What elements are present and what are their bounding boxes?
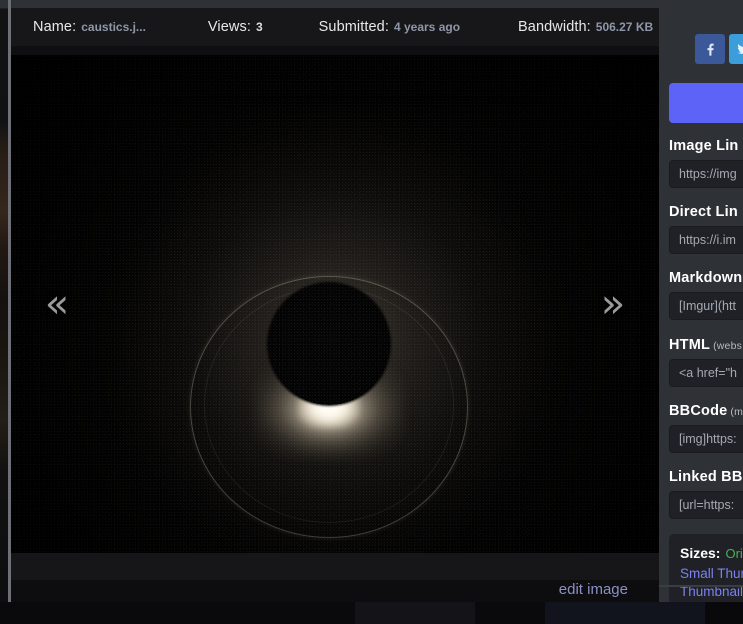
- field-bbcode-label-text: BBCode: [669, 403, 728, 419]
- html-embed-input[interactable]: <a href="h: [669, 359, 743, 387]
- field-image-link-label: Image Lin: [669, 138, 743, 154]
- chevron-left-icon: «: [44, 281, 70, 327]
- field-markdown-label-text: Markdown: [669, 270, 743, 286]
- twitter-share-button[interactable]: [729, 34, 743, 64]
- size-small-thumbnail-link[interactable]: Small Thum: [680, 565, 743, 583]
- field-linked-bbcode-label: Linked BB: [669, 469, 743, 485]
- info-bandwidth-value: 506.27 KB: [595, 20, 654, 34]
- image-top-gutter: [11, 46, 659, 55]
- twitter-bird-icon: [737, 44, 743, 54]
- info-bandwidth: Bandwidth: 506.27 KB: [518, 19, 653, 35]
- background-page-bottom: [0, 602, 743, 624]
- sidebar-divider: [659, 585, 743, 587]
- field-linked-bbcode: Linked BB [url=https:: [669, 469, 743, 519]
- direct-link-input[interactable]: https://i.im: [669, 226, 743, 254]
- top-chrome-strip: [0, 0, 743, 8]
- field-linked-bbcode-label-text: Linked BB: [669, 469, 743, 485]
- field-bbcode: BBCode (m [img]https:: [669, 403, 743, 453]
- field-html: HTML (webs <a href="h: [669, 337, 743, 387]
- next-image-button[interactable]: »: [567, 55, 659, 553]
- info-submitted: Submitted: 4 years ago: [319, 19, 460, 35]
- image-bottom-gutter: [11, 553, 659, 580]
- info-submitted-label: Submitted:: [318, 19, 389, 35]
- size-original-link[interactable]: Orig: [725, 546, 743, 561]
- info-name-label: Name:: [33, 19, 77, 35]
- bbcode-input[interactable]: [img]https:: [669, 425, 743, 453]
- field-image-link-label-text: Image Lin: [669, 138, 739, 154]
- field-html-label: HTML (webs: [669, 337, 743, 353]
- image-page: Name: caustics.j... Views: 3 Submitted: …: [0, 0, 743, 624]
- info-name: Name: caustics.j...: [33, 19, 146, 35]
- facebook-share-button[interactable]: [695, 34, 725, 64]
- facebook-icon: [707, 43, 714, 56]
- edit-image-link[interactable]: edit image: [559, 581, 628, 598]
- sizes-label: Sizes:: [680, 545, 721, 561]
- info-views: Views: 3: [208, 19, 263, 35]
- edit-bar: edit image: [11, 580, 659, 603]
- info-submitted-value: 4 years ago: [393, 20, 461, 34]
- info-name-value[interactable]: caustics.j...: [81, 20, 146, 34]
- social-share-buttons: [695, 34, 743, 64]
- background-bottom-c: [545, 602, 705, 624]
- primary-cta-button[interactable]: [669, 83, 743, 123]
- background-bottom-b: [355, 602, 475, 624]
- info-views-label: Views:: [207, 19, 251, 35]
- markdown-input[interactable]: [Imgur](htt: [669, 292, 743, 320]
- chevron-right-icon: »: [600, 281, 626, 327]
- field-direct-link-label-text: Direct Lin: [669, 204, 738, 220]
- field-markdown: Markdown [Imgur](htt: [669, 270, 743, 320]
- caustics-image: [11, 55, 659, 553]
- image-info-bar: Name: caustics.j... Views: 3 Submitted: …: [11, 8, 659, 46]
- share-sidebar: Image Lin https://img Direct Lin https:/…: [659, 8, 743, 603]
- field-html-label-text: HTML: [669, 337, 711, 353]
- field-markdown-label: Markdown: [669, 270, 743, 286]
- field-image-link: Image Lin https://img: [669, 138, 743, 188]
- info-bandwidth-label: Bandwidth:: [518, 19, 591, 35]
- image-link-input[interactable]: https://img: [669, 160, 743, 188]
- image-viewer[interactable]: « »: [11, 55, 659, 553]
- field-html-label-hint: (webs: [713, 340, 743, 352]
- field-bbcode-label-hint: (m: [730, 406, 743, 418]
- image-grain-overlay-soft: [11, 55, 659, 553]
- linked-bbcode-input[interactable]: [url=https:: [669, 491, 743, 519]
- sizes-first-row: Sizes: Orig: [680, 543, 743, 565]
- field-bbcode-label: BBCode (m: [669, 403, 743, 419]
- image-column: Name: caustics.j... Views: 3 Submitted: …: [11, 8, 659, 603]
- field-direct-link-label: Direct Lin: [669, 204, 743, 220]
- previous-image-button[interactable]: «: [11, 55, 103, 553]
- field-direct-link: Direct Lin https://i.im: [669, 204, 743, 254]
- info-views-value: 3: [255, 20, 263, 34]
- sizes-box: Sizes:Orig Small Thum Thumbnail: [669, 534, 743, 603]
